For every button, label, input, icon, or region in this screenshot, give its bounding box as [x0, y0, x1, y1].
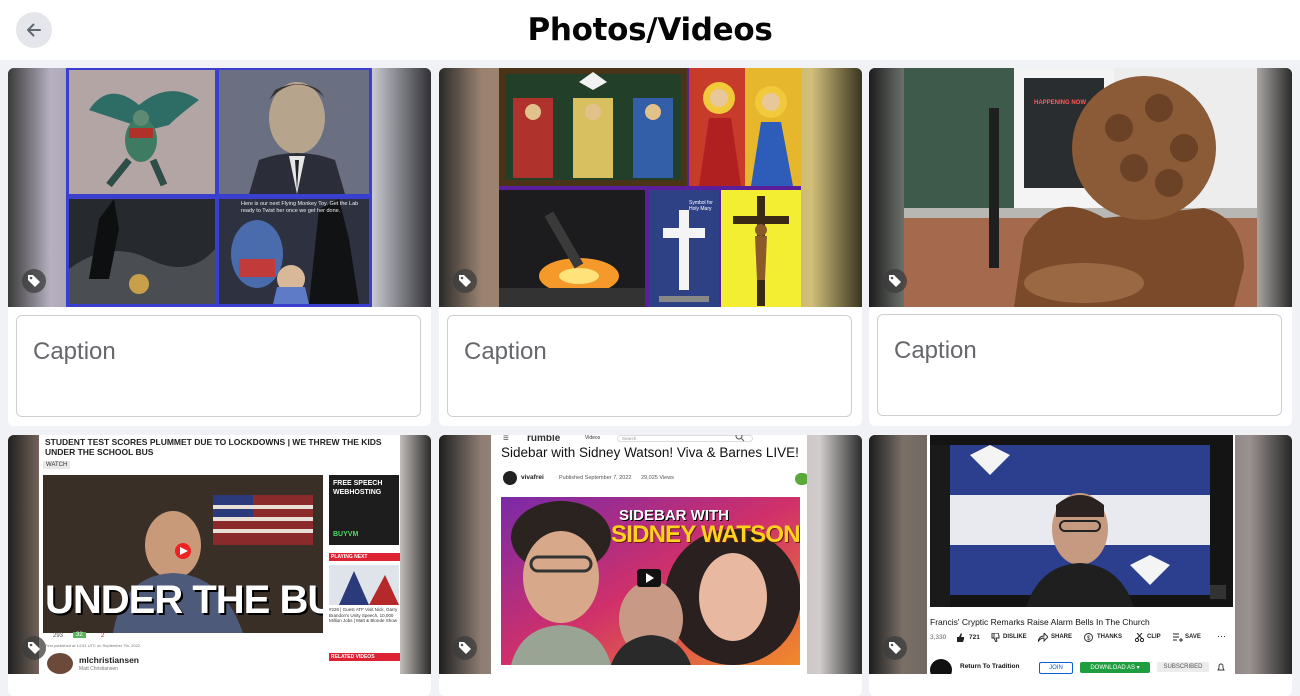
related-videos-label: RELATED VIDEOS — [329, 653, 400, 661]
like-count[interactable]: 32 — [73, 632, 86, 638]
join-button[interactable]: JOIN — [1039, 662, 1073, 674]
media-preview-2[interactable]: Symbol for Holy Mary — [439, 68, 862, 307]
bell-icon[interactable] — [1217, 663, 1225, 672]
media-card-1: Here is our next Flying Monkey Toy. Get … — [8, 68, 431, 426]
tag-button[interactable] — [453, 269, 477, 293]
media-card-3: HAPPENING NOW — [869, 68, 1292, 426]
tag-button[interactable] — [883, 636, 907, 660]
tag-button[interactable] — [453, 636, 477, 660]
scissors-icon[interactable] — [1135, 633, 1144, 642]
save-icon[interactable] — [1173, 633, 1183, 642]
thanks-icon[interactable]: $ — [1084, 633, 1093, 642]
thumb-line-2: SIDNEY WATSON — [611, 521, 800, 548]
tag-icon — [459, 642, 471, 654]
video-player[interactable]: UNDER THE BUS — [43, 475, 323, 633]
shop-sign-text: HAPPENING NOW — [1034, 100, 1087, 106]
media-preview-5[interactable]: ≡ rumble Videos Search Sidebar with Sidn… — [439, 435, 862, 674]
playing-next-label: PLAYING NEXT — [329, 553, 400, 561]
play-icon — [646, 573, 654, 583]
caption-box — [447, 315, 852, 417]
caption-box — [877, 314, 1282, 416]
channel-avatar[interactable] — [930, 659, 952, 674]
media-card-5: ≡ rumble Videos Search Sidebar with Sidn… — [439, 435, 862, 696]
tag-icon — [459, 275, 471, 287]
caption-input[interactable] — [448, 316, 851, 416]
save-button[interactable]: SAVE — [1185, 634, 1201, 640]
menu-icon[interactable]: ≡ — [503, 435, 509, 444]
video-page-screenshot: STUDENT TEST SCORES PLUMMET DUE TO LOCKD… — [39, 435, 400, 674]
media-preview-3[interactable]: HAPPENING NOW — [869, 68, 1292, 307]
channel-name[interactable]: vivafrei — [521, 474, 544, 481]
video-player[interactable]: SIDEBAR WITH SIDNEY WATSON — [501, 497, 800, 665]
media-card-6: Francis' Cryptic Remarks Raise Alarm Bel… — [869, 435, 1292, 696]
dislike-count[interactable]: 2 — [101, 633, 104, 639]
caption-input[interactable] — [17, 316, 420, 416]
tag-icon — [28, 275, 40, 287]
search-field[interactable]: Search — [617, 435, 753, 442]
view-count: 29,025 Views — [641, 475, 674, 481]
follow-badge[interactable] — [795, 473, 807, 485]
video-player[interactable] — [930, 435, 1233, 607]
clip-button[interactable]: CLIP — [1147, 634, 1161, 640]
thanks-button[interactable]: THANKS — [1097, 634, 1122, 640]
videos-tab[interactable]: Videos — [585, 435, 600, 441]
lion-statue-image: HAPPENING NOW — [904, 68, 1257, 307]
search-icon[interactable] — [735, 435, 745, 442]
ad-banner[interactable]: FREE SPEECH WEBHOSTING BUYVM — [329, 475, 399, 545]
tag-icon — [28, 642, 40, 654]
view-count: 3,330 — [930, 634, 947, 641]
symbol-sign-text: Symbol for Holy Mary — [689, 200, 713, 212]
publish-date: Published September 7, 2022 — [559, 475, 632, 481]
view-count: 293 — [53, 633, 64, 639]
video-overlay-title: UNDER THE BUS — [45, 578, 323, 622]
channel-avatar[interactable] — [47, 653, 73, 674]
video-title: Francis' Cryptic Remarks Raise Alarm Bel… — [930, 617, 1150, 627]
subscribed-button[interactable]: SUBSCRIBED — [1157, 662, 1209, 672]
collage-image: Here is our next Flying Monkey Toy. Get … — [66, 68, 372, 307]
tag-button[interactable] — [883, 269, 907, 293]
media-preview-4[interactable]: STUDENT TEST SCORES PLUMMET DUE TO LOCKD… — [8, 435, 431, 674]
tag-icon — [889, 642, 901, 654]
youtube-page-screenshot: Francis' Cryptic Remarks Raise Alarm Bel… — [927, 435, 1235, 674]
tag-button[interactable] — [22, 269, 46, 293]
share-button[interactable]: SHARE — [1051, 634, 1072, 640]
collage-image: Symbol for Holy Mary — [499, 68, 801, 307]
tag-icon — [889, 275, 901, 287]
next-video-thumb[interactable] — [329, 565, 399, 605]
dislike-button[interactable]: DISLIKE — [1003, 634, 1027, 640]
more-options-icon[interactable]: ⋯ — [1217, 631, 1226, 642]
tag-button[interactable] — [22, 636, 46, 660]
media-preview-6[interactable]: Francis' Cryptic Remarks Raise Alarm Bel… — [869, 435, 1292, 674]
page-title: Photos/Videos — [527, 12, 773, 48]
top-bar: Photos/Videos — [0, 0, 1300, 60]
play-button[interactable] — [637, 569, 661, 587]
caption-input[interactable] — [878, 315, 1281, 415]
collage-caption-text: Here is our next Flying Monkey Toy. Get … — [241, 201, 359, 214]
caption-box — [16, 315, 421, 417]
rumble-page-screenshot: ≡ rumble Videos Search Sidebar with Sidn… — [491, 435, 807, 674]
channel-avatar[interactable] — [503, 471, 517, 485]
media-card-2: Symbol for Holy Mary — [439, 68, 862, 426]
channel-name[interactable]: Return To Tradition — [960, 663, 1019, 670]
thumbs-down-icon[interactable] — [991, 633, 1000, 642]
ad-brand: BUYVM — [333, 531, 359, 538]
media-card-4: STUDENT TEST SCORES PLUMMET DUE TO LOCKD… — [8, 435, 431, 696]
rumble-logo[interactable]: rumble — [527, 435, 560, 444]
thumbs-up-icon[interactable] — [956, 633, 965, 642]
video-headline: STUDENT TEST SCORES PLUMMET DUE TO LOCKD… — [45, 437, 382, 457]
channel-name[interactable]: mlchristiansen — [79, 655, 139, 665]
download-button[interactable]: DOWNLOAD AS ▾ — [1080, 662, 1150, 673]
video-title: Sidebar with Sidney Watson! Viva & Barne… — [501, 445, 799, 460]
media-preview-1[interactable]: Here is our next Flying Monkey Toy. Get … — [8, 68, 431, 307]
watch-label: WATCH — [43, 461, 71, 469]
next-video-title: #226 | Guest ATF Visit Nick, Garry Brand… — [329, 607, 398, 623]
published-text: First published at 14:51 UTC on Septembe… — [45, 643, 142, 648]
channel-subname: Matt Christiansen — [79, 666, 118, 672]
like-count[interactable]: 721 — [969, 634, 980, 641]
ad-title: FREE SPEECH WEBHOSTING — [333, 480, 383, 496]
share-icon[interactable] — [1038, 633, 1048, 642]
